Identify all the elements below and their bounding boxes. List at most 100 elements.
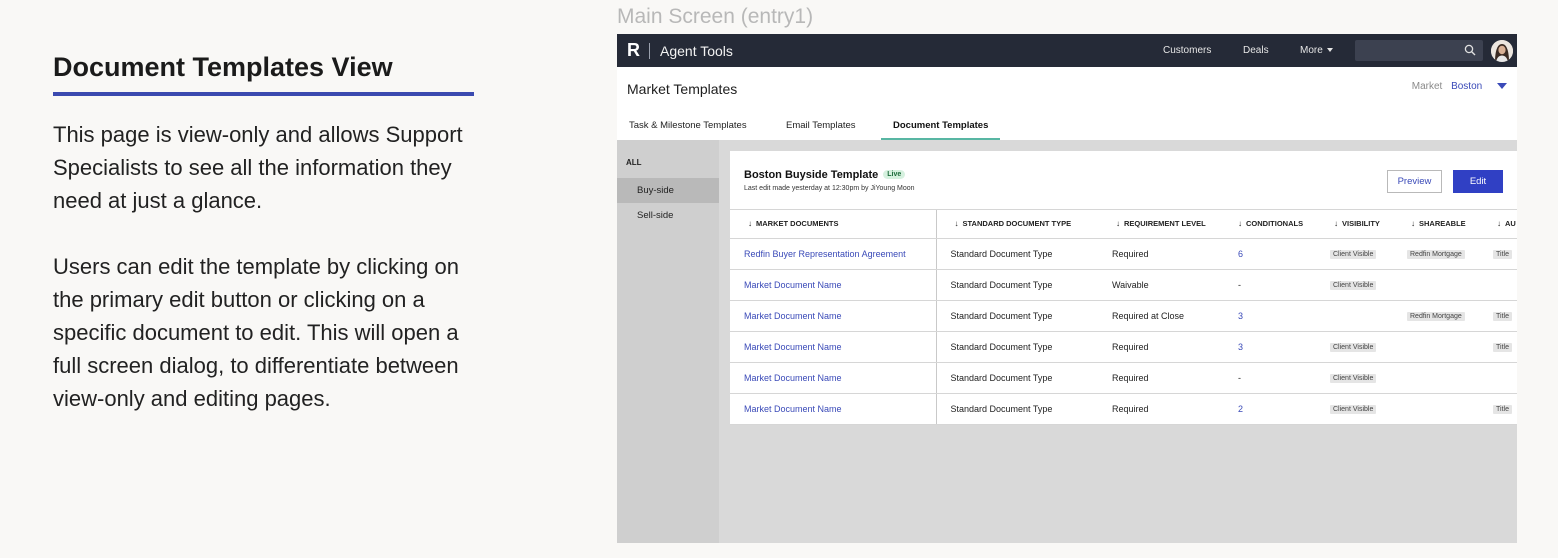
col-header-standard-document-type[interactable]: ↓ STANDARD DOCUMENT TYPE xyxy=(936,210,1098,239)
nav-deals[interactable]: Deals xyxy=(1243,45,1269,56)
col-header-market-documents[interactable]: ↓ MARKET DOCUMENTS xyxy=(730,210,937,239)
cell-document-type: Standard Document Type xyxy=(936,393,1098,425)
cell-visibility: Client Visible xyxy=(1316,393,1393,425)
col-label: CONDITIONALS xyxy=(1246,219,1304,229)
sort-arrow-icon: ↓ xyxy=(1116,219,1120,229)
cell-market-document[interactable]: Market Document Name xyxy=(730,300,937,332)
tab-email-templates[interactable]: Email Templates xyxy=(786,120,856,131)
cell-conditionals[interactable]: 2 xyxy=(1220,393,1316,425)
shareable-chip: Redfin Mortgage xyxy=(1407,312,1465,321)
col-label: SHAREABLE xyxy=(1419,219,1466,229)
market-selector[interactable]: Market Boston xyxy=(1412,81,1507,92)
cell-conditionals[interactable]: 3 xyxy=(1220,300,1316,332)
template-card-header: Boston Buyside Template Live Last edit ma… xyxy=(730,151,1517,210)
cell-conditionals[interactable]: 6 xyxy=(1220,238,1316,270)
cell-document-type: Standard Document Type xyxy=(936,331,1098,363)
cell-requirement-level: Required xyxy=(1098,362,1220,394)
template-card: Boston Buyside Template Live Last edit ma… xyxy=(730,151,1517,425)
sidebar-item-all[interactable]: ALL xyxy=(617,150,719,175)
cell-au xyxy=(1479,362,1517,394)
avatar[interactable] xyxy=(1491,40,1513,62)
col-label: REQUIREMENT LEVEL xyxy=(1124,219,1206,229)
visibility-chip: Client Visible xyxy=(1330,343,1377,352)
search-input[interactable] xyxy=(1355,40,1483,61)
table-row[interactable]: Market Document Name Standard Document Ty… xyxy=(730,393,1517,425)
cell-requirement-level: Required xyxy=(1098,331,1220,363)
documents-table: ↓ MARKET DOCUMENTS ↓ STANDARD DOCUMENT TYP… xyxy=(730,210,1517,425)
col-header-au[interactable]: ↓ AU xyxy=(1479,210,1517,239)
cell-requirement-level: Required xyxy=(1098,238,1220,270)
table-header-row: ↓ MARKET DOCUMENTS ↓ STANDARD DOCUMENT TYP… xyxy=(730,210,1517,239)
sidebar-item-buy-side[interactable]: Buy-side xyxy=(617,178,719,203)
visibility-chip: Client Visible xyxy=(1330,374,1377,383)
cell-shareable: Redfin Mortgage xyxy=(1393,300,1479,332)
user-avatar-icon xyxy=(1491,40,1513,62)
cell-document-type: Standard Document Type xyxy=(936,238,1098,270)
page-header: Market Templates Market Boston Task & Mi… xyxy=(617,67,1517,140)
table-row[interactable]: Market Document Name Standard Document Ty… xyxy=(730,362,1517,394)
cell-visibility: Client Visible xyxy=(1316,362,1393,394)
market-label: Market xyxy=(1411,81,1443,92)
table-row[interactable]: Market Document Name Standard Document Ty… xyxy=(730,331,1517,363)
col-header-conditionals[interactable]: ↓ CONDITIONALS xyxy=(1220,210,1316,239)
template-name-row: Boston Buyside Template Live xyxy=(744,169,906,181)
redfin-logo[interactable]: R xyxy=(627,40,643,61)
au-chip: Title xyxy=(1493,343,1512,352)
col-label: MARKET DOCUMENTS xyxy=(756,219,839,229)
app-title: Agent Tools xyxy=(660,42,733,59)
cell-au: Title xyxy=(1479,238,1517,270)
tab-document-templates[interactable]: Document Templates xyxy=(893,120,988,131)
chevron-down-icon xyxy=(1326,48,1333,53)
sort-arrow-icon: ↓ xyxy=(1334,219,1338,229)
cell-market-document[interactable]: Market Document Name xyxy=(730,331,937,363)
col-header-visibility[interactable]: ↓ VISIBILITY xyxy=(1316,210,1393,239)
preview-button[interactable]: Preview xyxy=(1387,170,1442,193)
cell-conditionals[interactable]: - xyxy=(1220,362,1316,394)
nav-more[interactable]: More xyxy=(1300,45,1333,56)
nav-customers[interactable]: Customers xyxy=(1163,45,1211,56)
col-label: AU xyxy=(1505,219,1516,229)
sidebar: ALL Buy-side Sell-side xyxy=(617,140,719,543)
au-chip: Title xyxy=(1493,405,1512,414)
description-paragraph-2: Users can edit the template by clicking … xyxy=(53,254,459,411)
cell-au: Title xyxy=(1479,300,1517,332)
tab-task-milestone-templates[interactable]: Task & Milestone Templates xyxy=(629,120,747,131)
search-icon xyxy=(1464,44,1476,56)
logo-divider xyxy=(649,42,650,59)
table-row[interactable]: Redfin Buyer Representation Agreement Sta… xyxy=(730,238,1517,270)
cell-requirement-level: Waivable xyxy=(1098,269,1220,301)
au-chip: Title xyxy=(1493,312,1512,321)
cell-market-document[interactable]: Redfin Buyer Representation Agreement xyxy=(730,238,937,270)
cell-visibility: Client Visible xyxy=(1316,331,1393,363)
description-heading: Document Templates View xyxy=(53,52,474,96)
cell-market-document[interactable]: Market Document Name xyxy=(730,362,937,394)
cell-conditionals[interactable]: - xyxy=(1220,269,1316,301)
visibility-chip: Client Visible xyxy=(1330,405,1377,414)
top-navbar: R Agent Tools Customers Deals More xyxy=(617,34,1517,67)
cell-document-type: Standard Document Type xyxy=(936,362,1098,394)
cell-shareable: Redfin Mortgage xyxy=(1393,238,1479,270)
sidebar-item-sell-side[interactable]: Sell-side xyxy=(617,203,719,228)
col-header-requirement-level[interactable]: ↓ REQUIREMENT LEVEL xyxy=(1098,210,1220,239)
visibility-chip: Client Visible xyxy=(1330,250,1377,259)
cell-document-type: Standard Document Type xyxy=(936,300,1098,332)
cell-visibility: Client Visible xyxy=(1316,269,1393,301)
cell-shareable xyxy=(1393,393,1479,425)
cell-market-document[interactable]: Market Document Name xyxy=(730,269,937,301)
col-header-shareable[interactable]: ↓ SHAREABLE xyxy=(1393,210,1479,239)
status-badge: Live xyxy=(883,170,906,179)
sort-arrow-icon: ↓ xyxy=(954,219,959,229)
cell-conditionals[interactable]: 3 xyxy=(1220,331,1316,363)
cell-au: Title xyxy=(1479,331,1517,363)
cell-market-document[interactable]: Market Document Name xyxy=(730,393,937,425)
shareable-chip: Redfin Mortgage xyxy=(1407,250,1465,259)
table-row[interactable]: Market Document Name Standard Document Ty… xyxy=(730,269,1517,301)
page-title: Market Templates xyxy=(627,81,738,97)
table-row[interactable]: Market Document Name Standard Document Ty… xyxy=(730,300,1517,332)
last-edit-info: Last edit made yesterday at 12:30pm by J… xyxy=(744,185,915,192)
cell-shareable xyxy=(1393,331,1479,363)
template-name: Boston Buyside Template xyxy=(744,169,879,181)
col-label: VISIBILITY xyxy=(1342,219,1380,229)
cell-au: Title xyxy=(1479,393,1517,425)
edit-button[interactable]: Edit xyxy=(1453,170,1503,193)
